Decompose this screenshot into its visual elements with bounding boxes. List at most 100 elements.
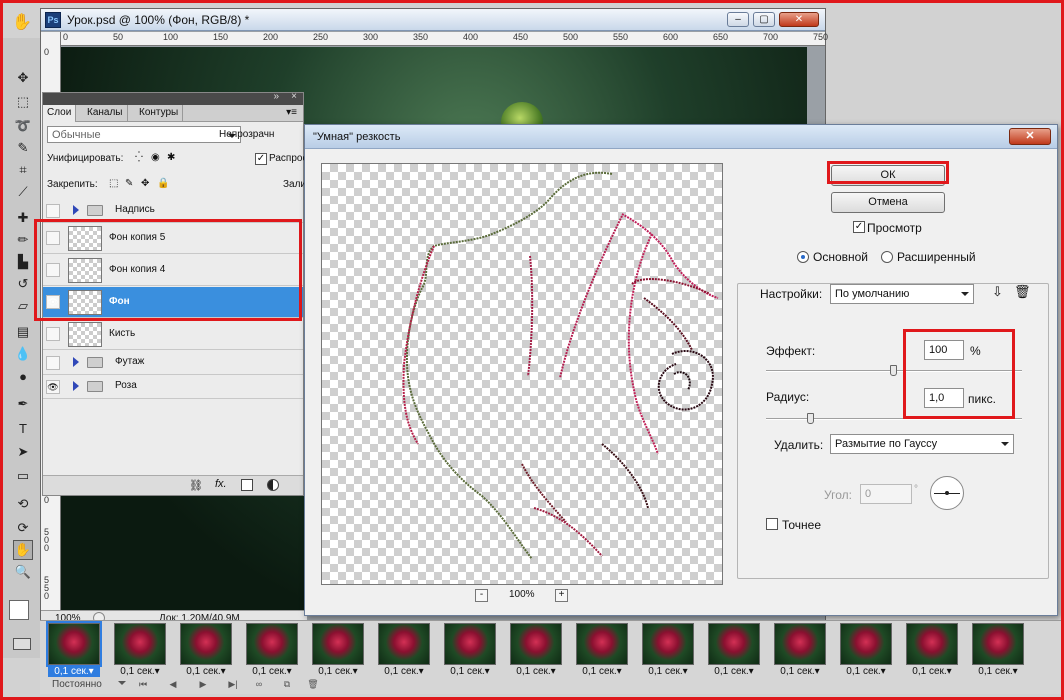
quick-mask-icon[interactable] — [13, 638, 31, 650]
visibility-toggle[interactable] — [46, 263, 60, 277]
propagate-checkbox[interactable]: ✓ — [255, 153, 267, 165]
animation-frame[interactable]: 0,1 сек.▾ — [436, 623, 498, 679]
animation-frame[interactable]: 0,1 сек.▾ — [172, 623, 234, 679]
frame-delay-label[interactable]: 0,1 сек.▾ — [576, 666, 628, 677]
frame-delay-label[interactable]: 0,1 сек.▾ — [510, 666, 562, 677]
move-tool-icon[interactable]: ✥ — [13, 68, 33, 88]
animation-frame[interactable]: 0,1 сек.▾ — [700, 623, 762, 679]
frame-delay-label[interactable]: 0,1 сек.▾ — [708, 666, 760, 677]
frame-delay-label[interactable]: 0,1 сек.▾ — [840, 666, 892, 677]
document-title-bar[interactable]: Ps Урок.psd @ 100% (Фон, RGB/8) * – ▢ ✕ — [41, 9, 825, 31]
prev-frame-icon[interactable]: ◀ — [166, 679, 180, 691]
eye-icon[interactable]: 👁 — [46, 379, 60, 394]
next-frame-icon[interactable]: ▶| — [226, 679, 240, 691]
eyedropper-tool-icon[interactable]: ⟋ — [13, 182, 33, 202]
basic-mode-radio[interactable] — [797, 251, 809, 263]
duplicate-frame-icon[interactable]: ⧉ — [280, 679, 294, 691]
animation-frame[interactable]: 0,1 сек.▾ — [964, 623, 1026, 679]
cancel-button[interactable]: Отмена — [831, 192, 945, 213]
lock-all-icon[interactable]: 🔒 — [157, 178, 169, 189]
blend-mode-select[interactable]: Обычные — [47, 126, 241, 143]
frame-delay-label[interactable]: 0,1 сек.▾ — [444, 666, 496, 677]
effect-input[interactable]: 100 — [924, 340, 964, 360]
animation-frame[interactable]: 0,1 сек.▾ — [106, 623, 168, 679]
frame-delay-label[interactable]: 0,1 сек.▾ — [312, 666, 364, 677]
link-icon[interactable]: ⛓ — [189, 479, 203, 492]
expand-triangle-icon[interactable] — [73, 205, 79, 215]
hand-tool-icon[interactable]: ✋ — [13, 540, 33, 560]
unify-style-icon[interactable]: ✱ — [167, 152, 175, 163]
zoom-in-button[interactable]: + — [555, 589, 568, 602]
frame-delay-label[interactable]: 0,1 сек.▾ — [774, 666, 826, 677]
lasso-tool-icon[interactable]: ➰ — [13, 116, 33, 136]
first-frame-icon[interactable]: ⏮ — [136, 679, 150, 691]
restore-button[interactable]: ▢ — [753, 12, 775, 27]
visibility-toggle[interactable] — [46, 327, 60, 341]
preview-checkbox[interactable]: ✓ — [853, 221, 865, 233]
play-icon[interactable]: ▶ — [196, 679, 210, 691]
visibility-toggle[interactable] — [46, 355, 60, 370]
frame-delay-label[interactable]: 0,1 сек.▾ — [378, 666, 430, 677]
frame-delay-label[interactable]: 0,1 сек.▾ — [48, 666, 100, 677]
visibility-toggle[interactable] — [46, 203, 60, 218]
layer-fon[interactable]: 👁 Фон — [43, 287, 303, 318]
panel-menu-icon[interactable]: ▾≡ — [286, 107, 297, 118]
blur-tool-icon[interactable]: 💧 — [13, 344, 33, 364]
delete-frame-icon[interactable]: 🗑 — [306, 679, 320, 691]
frame-delay-label[interactable]: 0,1 сек.▾ — [114, 666, 166, 677]
close-button[interactable]: ✕ — [779, 12, 819, 27]
layer-group-nadpis[interactable]: Надпись — [43, 199, 303, 223]
layer-fon-kopiya-5[interactable]: Фон копия 5 — [43, 223, 303, 254]
horizontal-ruler[interactable]: 0 50 100 150 200 250 300 350 400 450 500 550 600 650 7… — [61, 32, 828, 46]
lock-transparency-icon[interactable]: ⬚ — [109, 178, 118, 189]
radius-input[interactable]: 1,0 — [924, 388, 964, 408]
brush-tool-icon[interactable]: ✏ — [13, 230, 33, 250]
marquee-tool-icon[interactable]: ⬚ — [13, 92, 33, 112]
healing-tool-icon[interactable]: ✚ — [13, 208, 33, 228]
layer-group-roza[interactable]: 👁 Роза — [43, 375, 303, 399]
animation-frame[interactable]: 0,1 сек.▾ — [370, 623, 432, 679]
save-settings-icon[interactable]: ⇩ — [992, 284, 1003, 300]
preview-area[interactable] — [321, 163, 723, 585]
lock-position-icon[interactable]: ✥ — [141, 178, 149, 189]
pen-tool-icon[interactable]: ✒ — [13, 394, 33, 414]
unify-position-icon[interactable]: ⁛ — [135, 152, 143, 163]
animation-frame[interactable]: 0,1 сек.▾ — [238, 623, 300, 679]
panel-close-icon[interactable]: × — [291, 91, 297, 102]
animation-frame[interactable]: 0,1 сек.▾ — [766, 623, 828, 679]
tab-layers[interactable]: Слои — [43, 105, 77, 122]
zoom-tool-icon[interactable]: 🔍 — [13, 562, 33, 582]
frame-delay-label[interactable]: 0,1 сек.▾ — [906, 666, 958, 677]
animation-frame[interactable]: 0,1 сек.▾ — [40, 621, 102, 679]
minimize-button[interactable]: – — [727, 12, 749, 27]
loop-dropdown-icon[interactable] — [118, 681, 126, 685]
animation-frame[interactable]: 0,1 сек.▾ — [832, 623, 894, 679]
advanced-mode-radio[interactable] — [881, 251, 893, 263]
ok-button[interactable]: ОК — [831, 165, 945, 186]
lock-pixels-icon[interactable]: ✎ — [125, 178, 133, 189]
type-tool-icon[interactable]: T — [13, 418, 33, 438]
dialog-title-bar[interactable]: "Умная" резкость ✕ — [305, 125, 1057, 149]
expand-triangle-icon[interactable] — [73, 357, 79, 367]
foreground-color-swatch[interactable] — [9, 600, 29, 620]
layer-group-futazh[interactable]: Футаж — [43, 351, 303, 375]
quick-select-tool-icon[interactable]: ✎ — [13, 138, 33, 158]
unify-visibility-icon[interactable]: ◉ — [151, 152, 160, 163]
3d-rotate-tool-icon[interactable]: ⟲ — [13, 494, 33, 514]
loop-select[interactable]: Постоянно — [52, 679, 102, 690]
delete-settings-icon[interactable]: 🗑 — [1014, 284, 1031, 300]
hand-icon[interactable]: ✋ — [12, 12, 32, 32]
effect-slider-knob[interactable] — [890, 365, 897, 376]
tab-paths[interactable]: Контуры — [135, 105, 184, 122]
stamp-tool-icon[interactable]: ▙ — [13, 252, 33, 272]
animation-frame[interactable]: 0,1 сек.▾ — [568, 623, 630, 679]
collapse-icon[interactable]: » — [273, 91, 279, 102]
radius-slider-track[interactable] — [766, 418, 1022, 420]
frame-delay-label[interactable]: 0,1 сек.▾ — [180, 666, 232, 677]
more-accurate-checkbox[interactable] — [766, 518, 778, 530]
shape-tool-icon[interactable]: ▭ — [13, 466, 33, 486]
3d-orbit-tool-icon[interactable]: ⟳ — [13, 518, 33, 538]
eraser-tool-icon[interactable]: ▱ — [13, 296, 33, 316]
path-select-tool-icon[interactable]: ➤ — [13, 442, 33, 462]
gradient-tool-icon[interactable]: ▤ — [13, 322, 33, 342]
